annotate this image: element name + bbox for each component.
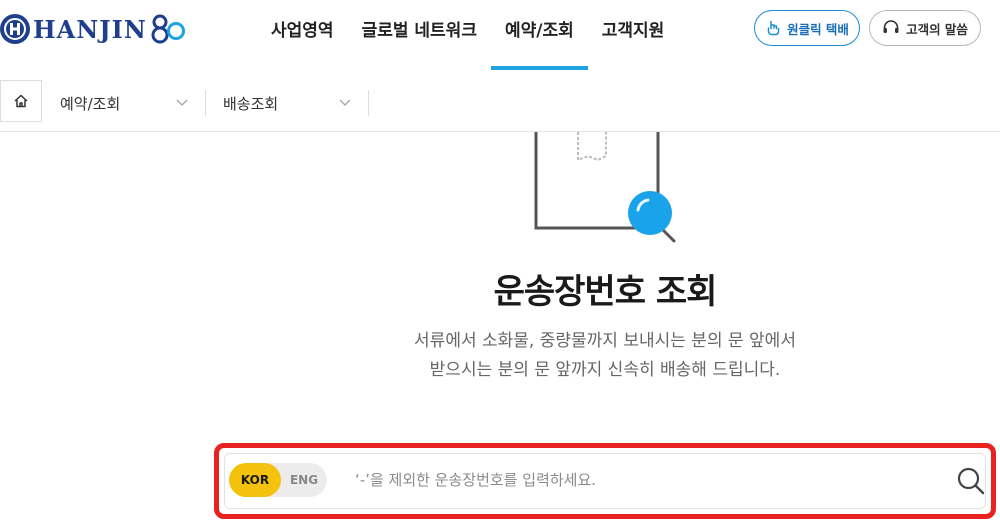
home-icon: [14, 94, 28, 108]
hand-pointer-icon: [767, 20, 780, 36]
page-title: 운송장번호 조회: [493, 272, 718, 312]
tracking-number-input[interactable]: [355, 464, 935, 496]
customer-voice-button[interactable]: 고객의 말씀: [869, 10, 981, 46]
logo-text: HANJIN: [33, 14, 147, 44]
chevron-down-icon: [176, 99, 188, 107]
main-nav: 사업영역 글로벌 네트워크 예약/조회 고객지원: [257, 0, 678, 72]
hanjin-logo[interactable]: HANJIN: [0, 12, 185, 46]
breadcrumb-select-category[interactable]: 예약/조회: [60, 90, 190, 116]
breadcrumb-select-page[interactable]: 배송조회: [223, 90, 353, 116]
search-button[interactable]: [955, 465, 987, 497]
anniversary-80-icon: [151, 14, 185, 44]
language-toggle: KOR ENG: [229, 463, 327, 497]
page-description-line-2: 받으시는 분의 문 앞까지 신속히 배송해 드립니다.: [429, 360, 781, 380]
tracking-search-box: KOR ENG: [214, 443, 996, 519]
home-button[interactable]: [0, 80, 42, 122]
oneclick-delivery-button[interactable]: 원클릭 택배: [754, 10, 860, 46]
nav-reservation-tracking[interactable]: 예약/조회: [490, 0, 588, 72]
breadcrumb-divider: [368, 90, 369, 116]
chevron-down-icon: [339, 99, 351, 107]
parcel-search-illustration: [520, 132, 690, 247]
nav-global-network[interactable]: 글로벌 네트워크: [348, 0, 491, 72]
breadcrumb-divider: [205, 90, 206, 116]
lang-eng-button[interactable]: ENG: [281, 463, 327, 497]
breadcrumb-page-label: 배송조회: [223, 94, 279, 113]
breadcrumb-category-label: 예약/조회: [60, 94, 121, 113]
tracking-search-field: KOR ENG: [224, 453, 986, 509]
nav-business[interactable]: 사업영역: [257, 0, 348, 72]
hanjin-mark-icon: [0, 14, 30, 44]
oneclick-label: 원클릭 택배: [787, 21, 849, 37]
site-header: HANJIN 사업영역 글로벌 네트워크 예약/조회 고객지원 원클릭 택배 고…: [0, 0, 1000, 72]
voice-label: 고객의 말씀: [906, 21, 968, 37]
page-description-line-1: 서류에서 소화물, 중량물까지 보내시는 분의 문 앞에서: [414, 331, 796, 351]
headset-icon: [883, 20, 899, 33]
search-icon: [957, 467, 985, 495]
nav-customer-support[interactable]: 고객지원: [588, 0, 679, 72]
lang-kor-button[interactable]: KOR: [229, 463, 281, 497]
breadcrumb: 예약/조회 배송조회: [0, 72, 1000, 132]
